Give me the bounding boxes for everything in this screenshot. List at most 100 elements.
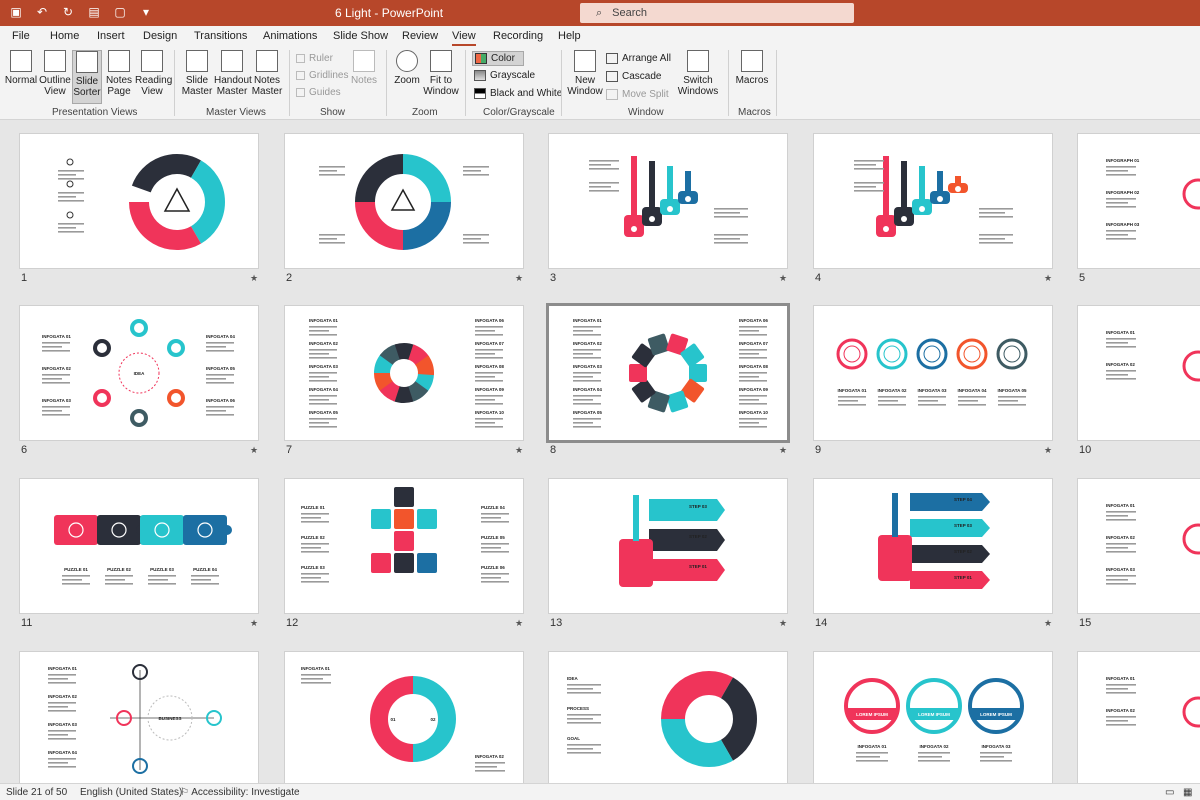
- outline-view-button[interactable]: Outline View: [39, 50, 71, 97]
- svg-text:IDEA: IDEA: [567, 676, 579, 681]
- slide-thumbnail-13[interactable]: STEP 03 STEP 02 STEP 01: [549, 479, 787, 613]
- slide-thumbnail-12[interactable]: PUZZLE 01 PUZZLE 04 PUZZLE 02 PUZZLE 05 PUZZ…: [285, 479, 523, 613]
- slide-sorter-button[interactable]: Slide Sorter: [72, 50, 102, 104]
- slide-thumbnail-20[interactable]: INFOGATA 01 INFOGATA 02: [1078, 652, 1200, 783]
- grayscale-button[interactable]: Grayscale: [474, 70, 535, 81]
- slide-preview-partial: INFOGATA 01 INFOGATA 02 INFOGATA 03: [1106, 503, 1200, 585]
- present-icon[interactable]: ▤: [86, 4, 102, 20]
- slide-thumbnail-3[interactable]: [549, 134, 787, 268]
- notes-master-button[interactable]: Notes Master: [251, 50, 283, 97]
- svg-text:INFOGATA 01: INFOGATA 01: [858, 744, 887, 749]
- slide-number: 10: [1079, 444, 1092, 456]
- slide-thumbnail-5[interactable]: INFOGRAPH 01 INFOGRAPH 02 INFOGRAPH 03: [1078, 134, 1200, 268]
- slide-thumbnail-19[interactable]: LOREM IPSUM INFOGATA 01 LOREM IPSUM INFOGAT…: [814, 652, 1052, 783]
- slide-thumbnail-14[interactable]: STEP 04 STEP 03 STEP 02 STEP 01: [814, 479, 1052, 613]
- tab-file[interactable]: File: [12, 30, 30, 42]
- transition-star-icon[interactable]: ★: [515, 618, 523, 629]
- slide-thumbnail-18[interactable]: IDEA PROCESS GOAL: [549, 652, 787, 783]
- move-split-button[interactable]: Move Split: [606, 89, 669, 100]
- slide-thumbnail-9[interactable]: INFOGATA 01 INFOGATA 02 INFOGATA 03 INFOGAT…: [814, 306, 1052, 440]
- slide-sorter-status-icon[interactable]: ▦: [1183, 787, 1192, 798]
- slide-thumbnail-7[interactable]: INFOGATA 01 INFOGATA 06 INFOGATA 02 INFOGAT…: [285, 306, 523, 440]
- svg-text:INFOGATA 02: INFOGATA 02: [920, 744, 949, 749]
- transition-star-icon[interactable]: ★: [1044, 618, 1052, 629]
- search-placeholder: Search: [612, 7, 648, 19]
- svg-text:INFOGATA 04: INFOGATA 04: [958, 388, 987, 393]
- slide-thumbnail-4[interactable]: [814, 134, 1052, 268]
- ribbon-separator: [776, 50, 777, 116]
- svg-text:INFOGATA 01: INFOGATA 01: [42, 334, 71, 339]
- normal-view-status-icon[interactable]: ▭: [1165, 787, 1174, 798]
- slide-thumbnail-1[interactable]: [20, 134, 258, 268]
- shape-icon[interactable]: ▢: [112, 4, 128, 20]
- switch-windows-button[interactable]: Switch Windows: [674, 50, 722, 97]
- handout-master-button[interactable]: Handout Master: [214, 50, 252, 97]
- slide-thumbnail-16[interactable]: BUSINESS INFOGATA 01 INFOGATA 02 INFOGATA 0…: [20, 652, 258, 783]
- slide-sorter-pane[interactable]: 1 ★ 2 ★ 3 ★ 4 ★ INFOGRAPH 01 INFOGRAPH 02 INFOGRAP…: [0, 121, 1200, 783]
- tab-insert[interactable]: Insert: [97, 30, 125, 42]
- language-indicator[interactable]: English (United States): [80, 787, 182, 798]
- group-label-master-views: Master Views: [206, 107, 266, 118]
- macros-button[interactable]: Macros: [734, 50, 770, 86]
- tab-slide-show[interactable]: Slide Show: [333, 30, 388, 42]
- accessibility-status[interactable]: ⚐ Accessibility: Investigate: [180, 787, 300, 798]
- ribbon-separator: [386, 50, 387, 116]
- undo-icon[interactable]: ↶: [34, 4, 50, 20]
- slide-master-button[interactable]: Slide Master: [180, 50, 214, 97]
- slide-thumbnail-6[interactable]: IDEA INFOGATA 01 INFOGATA 04 INFOGATA 02 INF…: [20, 306, 258, 440]
- group-label-presentation-views: Presentation Views: [52, 107, 138, 118]
- color-button[interactable]: Color: [472, 51, 524, 66]
- transition-star-icon[interactable]: ★: [250, 445, 258, 456]
- slide-number: 2: [286, 272, 293, 284]
- ribbon-separator: [728, 50, 729, 116]
- new-window-button[interactable]: New Window: [566, 50, 604, 97]
- save-icon[interactable]: ▣: [8, 4, 24, 20]
- tab-home[interactable]: Home: [50, 30, 79, 42]
- black-white-button[interactable]: Black and White: [474, 88, 562, 99]
- transition-star-icon[interactable]: ★: [250, 273, 258, 284]
- transition-star-icon[interactable]: ★: [779, 445, 787, 456]
- slide-thumbnail-11[interactable]: PUZZLE 01 PUZZLE 02 PUZZLE 03 PUZZLE 04: [20, 479, 258, 613]
- customize-qat-icon[interactable]: ▾: [138, 4, 154, 20]
- slide-thumbnail-17[interactable]: 01 02 INFOGATA 01 INFOGATA 02: [285, 652, 523, 783]
- transition-star-icon[interactable]: ★: [779, 618, 787, 629]
- search-input[interactable]: ⌕ Search: [580, 3, 854, 23]
- normal-view-button[interactable]: Normal: [4, 50, 38, 86]
- fit-to-window-button[interactable]: Fit to Window: [423, 50, 459, 97]
- reading-view-button[interactable]: Reading View: [135, 50, 172, 97]
- tab-help[interactable]: Help: [558, 30, 581, 42]
- slide-thumbnail-10[interactable]: INFOGATA 01 INFOGATA 02: [1078, 306, 1200, 440]
- slide-number: 15: [1079, 617, 1092, 629]
- notes-page-button[interactable]: Notes Page: [104, 50, 134, 97]
- tab-view[interactable]: View: [452, 30, 476, 46]
- svg-text:INFOGATA 02: INFOGATA 02: [48, 694, 77, 699]
- svg-text:INFOGATA 01: INFOGATA 01: [1106, 503, 1135, 508]
- svg-text:PUZZLE 03: PUZZLE 03: [301, 565, 325, 570]
- cascade-button[interactable]: Cascade: [606, 71, 661, 82]
- slide-thumbnail-8[interactable]: INFOGATA 01 INFOGATA 06 INFOGATA 02 INFOGAT…: [549, 306, 787, 440]
- transition-star-icon[interactable]: ★: [1044, 273, 1052, 284]
- notes-button[interactable]: Notes: [350, 50, 378, 86]
- zoom-button[interactable]: Zoom: [391, 50, 423, 86]
- svg-text:INFOGRAPH 01: INFOGRAPH 01: [1106, 158, 1140, 163]
- ruler-checkbox[interactable]: Ruler: [296, 53, 333, 64]
- tab-animations[interactable]: Animations: [263, 30, 317, 42]
- transition-star-icon[interactable]: ★: [515, 273, 523, 284]
- transition-star-icon[interactable]: ★: [515, 445, 523, 456]
- transition-star-icon[interactable]: ★: [250, 618, 258, 629]
- transition-star-icon[interactable]: ★: [779, 273, 787, 284]
- slide-thumbnail-2[interactable]: [285, 134, 523, 268]
- arrange-all-button[interactable]: Arrange All: [606, 53, 671, 64]
- tab-recording[interactable]: Recording: [493, 30, 543, 42]
- slide-preview-flower: INFOGATA 01 INFOGATA 06 INFOGATA 02 INFOGAT…: [573, 318, 768, 428]
- tab-design[interactable]: Design: [143, 30, 177, 42]
- slide-thumbnail-15[interactable]: INFOGATA 01 INFOGATA 02 INFOGATA 03: [1078, 479, 1200, 613]
- tab-review[interactable]: Review: [402, 30, 438, 42]
- redo-icon[interactable]: ↻: [60, 4, 76, 20]
- tab-transitions[interactable]: Transitions: [194, 30, 247, 42]
- transition-star-icon[interactable]: ★: [1044, 445, 1052, 456]
- svg-text:STEP 02: STEP 02: [689, 534, 707, 539]
- guides-checkbox[interactable]: Guides: [296, 87, 341, 98]
- svg-text:PUZZLE 03: PUZZLE 03: [150, 567, 174, 572]
- gridlines-checkbox[interactable]: Gridlines: [296, 70, 348, 81]
